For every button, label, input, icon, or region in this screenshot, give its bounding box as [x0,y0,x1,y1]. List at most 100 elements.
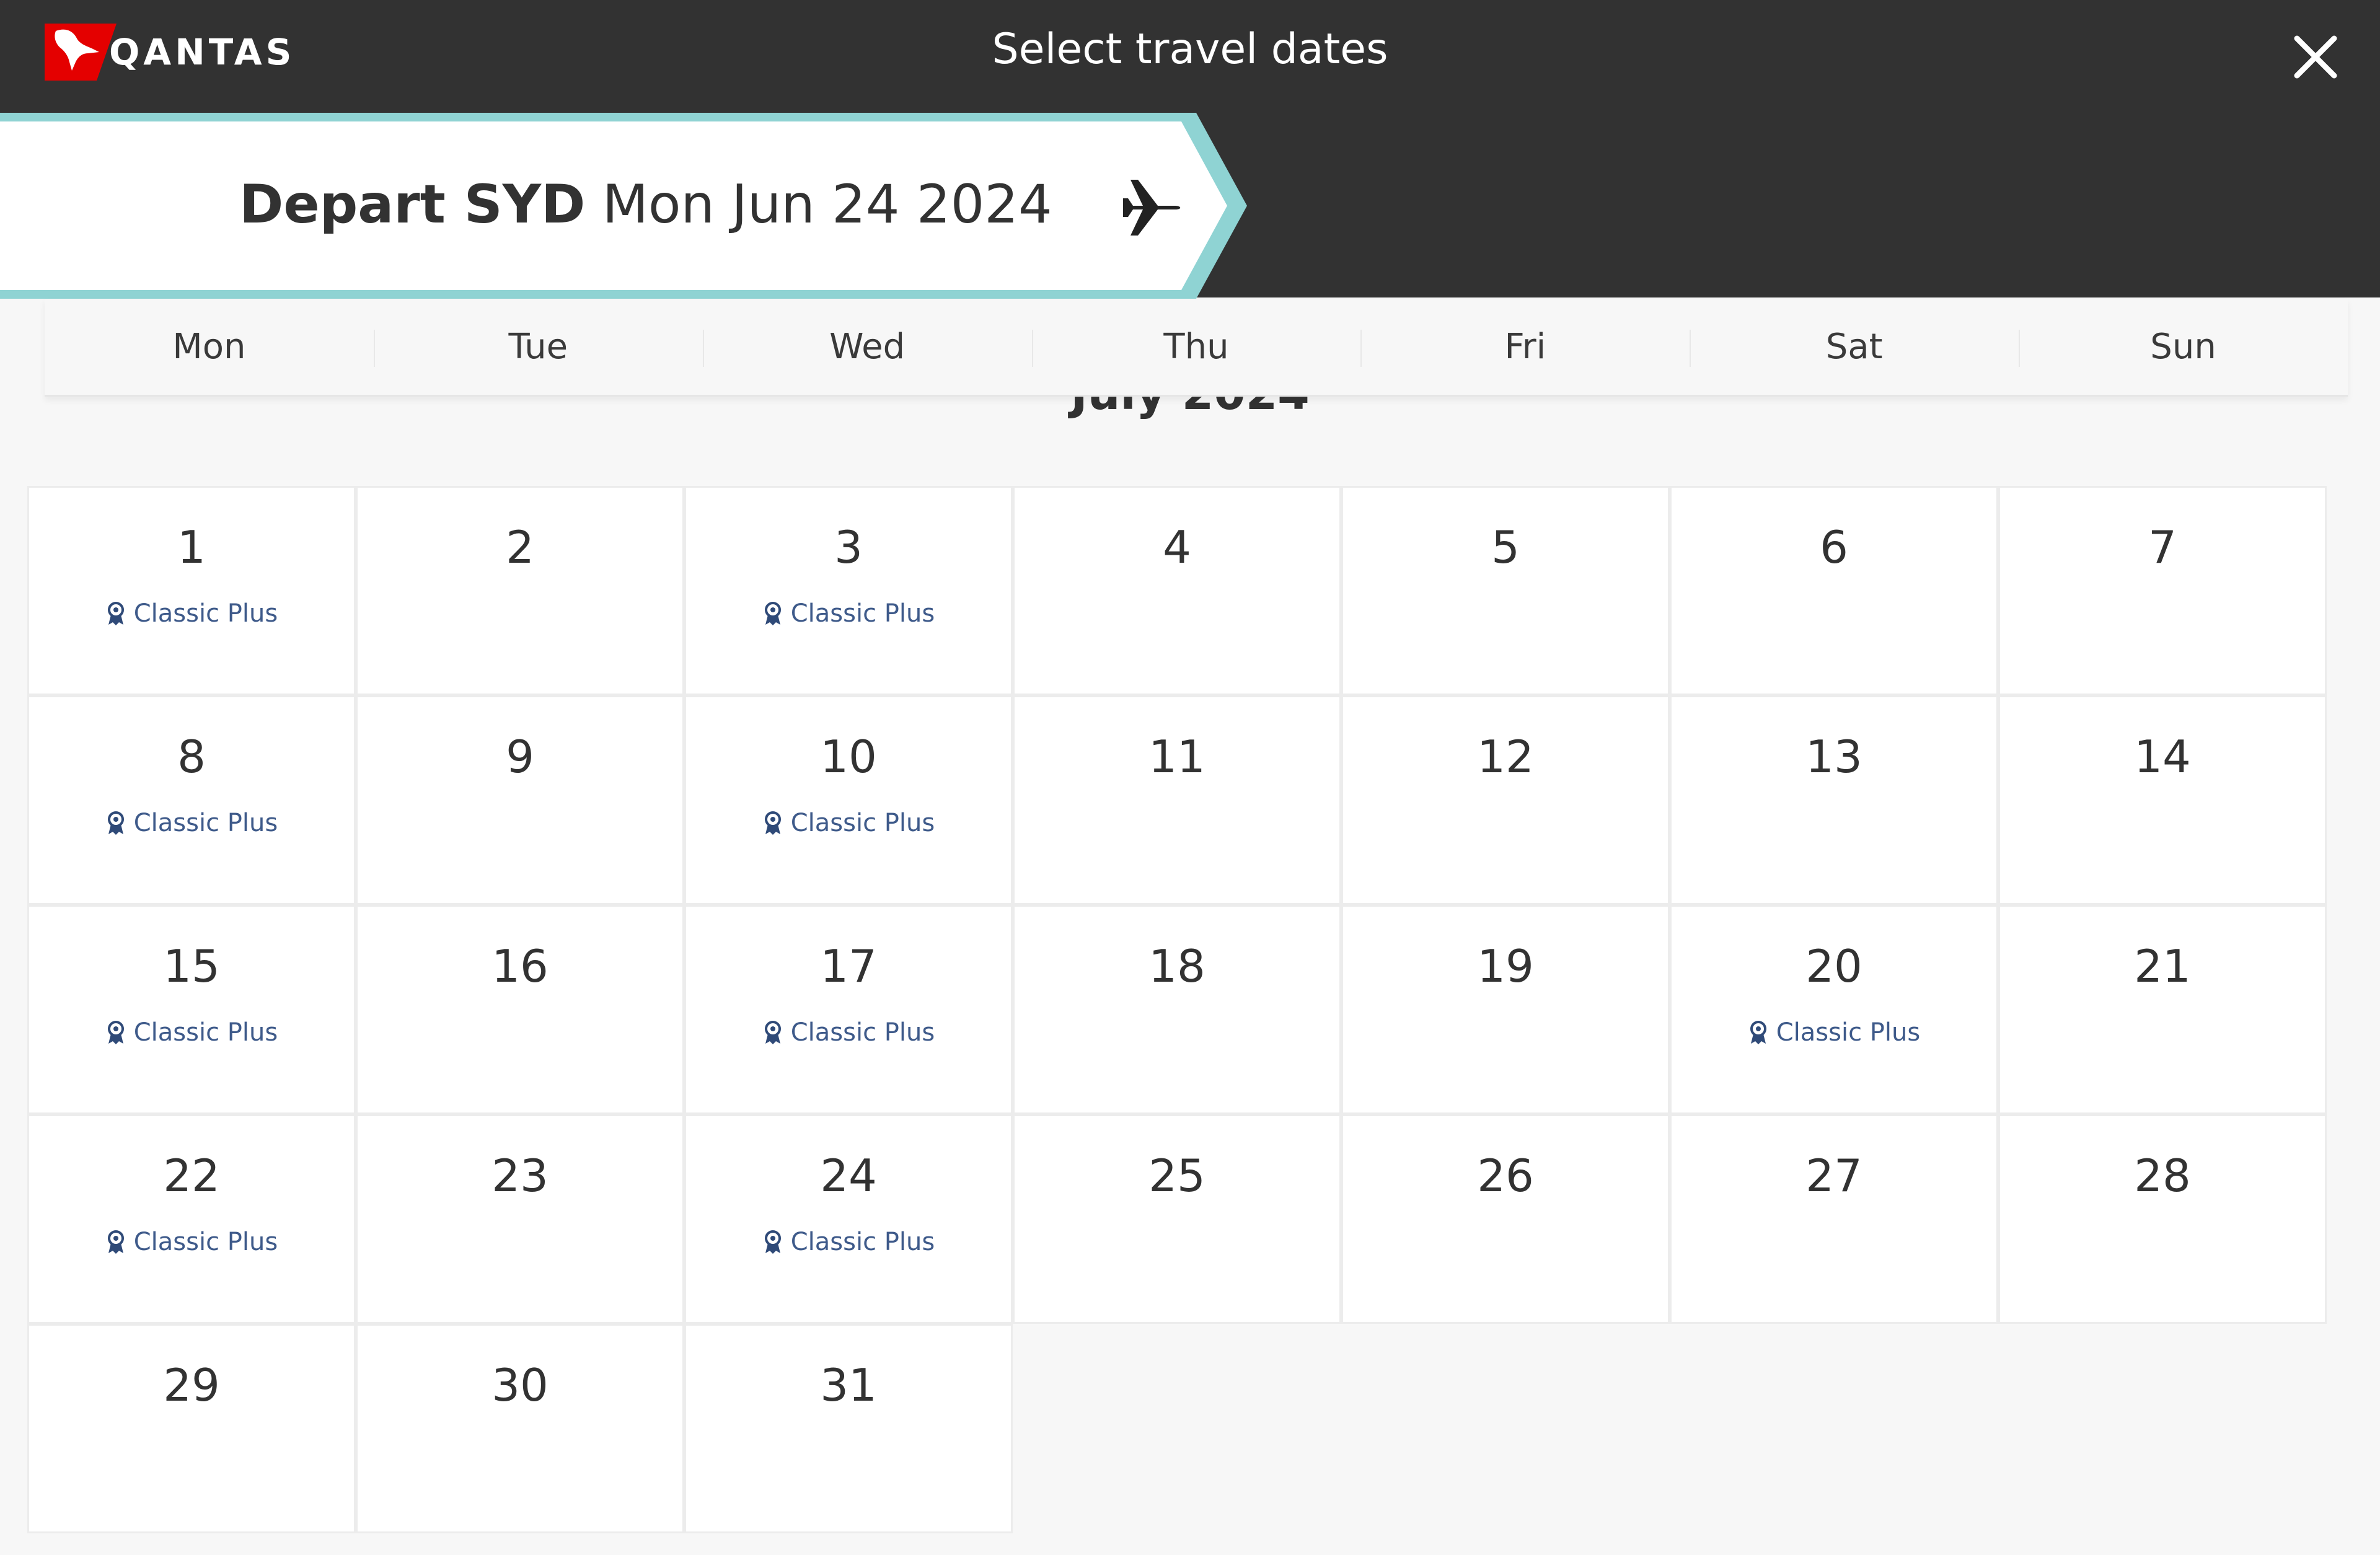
day-number: 13 [1805,731,1862,783]
calendar-day-cell[interactable]: 12 [1341,695,1670,905]
calendar-day-cell[interactable]: 4 [1013,486,1341,695]
award-icon [107,602,124,625]
day-number: 12 [1477,731,1534,783]
calendar-day-cell[interactable]: 3 Classic Plus [684,486,1013,695]
calendar-day-cell[interactable]: 29 [27,1324,356,1533]
award-icon [764,602,781,625]
classic-plus-badge: Classic Plus [29,1018,354,1047]
badge-label: Classic Plus [1776,1018,1921,1047]
weekday-sat: Sat [1690,299,2019,395]
day-number: 22 [163,1150,220,1202]
day-number: 4 [1163,521,1191,573]
calendar-day-cell[interactable]: 26 [1341,1114,1670,1324]
calendar-day-cell[interactable]: 16 [356,905,684,1114]
badge-label: Classic Plus [133,809,278,837]
day-number: 17 [820,940,877,992]
calendar-day-cell[interactable]: 17 Classic Plus [684,905,1013,1114]
calendar-day-cell[interactable]: 5 [1341,486,1670,695]
award-icon [764,1230,781,1254]
calendar-day-cell[interactable]: 11 [1013,695,1341,905]
depart-date: Mon Jun 24 2024 [602,174,1052,236]
badge-label: Classic Plus [133,1228,278,1256]
classic-plus-badge: Classic Plus [686,599,1011,628]
badge-label: Classic Plus [790,809,935,837]
award-icon [764,811,781,835]
calendar-day-cell[interactable]: 13 [1670,695,1998,905]
calendar-day-cell[interactable]: 18 [1013,905,1341,1114]
day-number: 16 [491,940,549,992]
calendar-day-cell[interactable]: 15 Classic Plus [27,905,356,1114]
weekday-fri: Fri [1360,299,1690,395]
calendar-day-cell[interactable]: 22 Classic Plus [27,1114,356,1324]
badge-label: Classic Plus [133,599,278,628]
calendar-day-cell[interactable]: 9 [356,695,684,905]
day-number: 9 [506,731,534,783]
weekday-thu: Thu [1031,299,1361,395]
calendar-day-cell[interactable]: 2 [356,486,684,695]
day-number: 10 [820,731,877,783]
award-icon [107,811,124,835]
calendar-day-cell[interactable]: 20 Classic Plus [1670,905,1998,1114]
day-number: 5 [1491,521,1520,573]
day-number: 1 [177,521,206,573]
day-number: 2 [506,521,534,573]
award-icon [1750,1021,1766,1044]
depart-origin: Depart SYD [239,174,586,236]
page-title: Select travel dates [992,25,1388,74]
depart-label: Depart SYD Mon Jun 24 2024 [239,174,1052,236]
calendar-day-cell[interactable]: 7 [1998,486,2327,695]
day-number: 7 [2148,521,2177,573]
calendar-day-cell[interactable]: 28 [1998,1114,2327,1324]
day-number: 3 [834,521,863,573]
award-icon [107,1230,124,1254]
calendar-day-cell[interactable]: 6 [1670,486,1998,695]
calendar-day-cell[interactable]: 25 [1013,1114,1341,1324]
badge-label: Classic Plus [790,1018,935,1047]
calendar-day-cell[interactable]: 23 [356,1114,684,1324]
weekday-mon: Mon [172,327,246,367]
badge-label: Classic Plus [133,1018,278,1047]
award-icon [107,1021,124,1044]
day-number: 25 [1148,1150,1205,1202]
day-number: 27 [1805,1150,1862,1202]
day-number: 28 [2134,1150,2191,1202]
day-number: 26 [1477,1150,1534,1202]
day-number: 30 [491,1359,549,1411]
classic-plus-badge: Classic Plus [29,1228,354,1256]
depart-date-tab[interactable]: Depart SYD Mon Jun 24 2024 [0,113,1252,299]
day-number: 29 [163,1359,220,1411]
day-number: 19 [1477,940,1534,992]
classic-plus-badge: Classic Plus [686,809,1011,837]
calendar-day-cell[interactable]: 10 Classic Plus [684,695,1013,905]
calendar-day-cell[interactable]: 8 Classic Plus [27,695,356,905]
classic-plus-badge: Classic Plus [686,1018,1011,1047]
day-number: 18 [1148,940,1205,992]
day-number: 11 [1148,731,1205,783]
day-number: 21 [2134,940,2191,992]
day-number: 20 [1805,940,1862,992]
weekday-header: Mon Tue Wed Thu Fri Sat Sun [45,299,2348,397]
calendar-day-cell[interactable]: 31 [684,1324,1013,1533]
classic-plus-badge: Classic Plus [29,599,354,628]
day-number: 24 [820,1150,877,1202]
calendar-day-cell[interactable]: 27 [1670,1114,1998,1324]
calendar-day-cell[interactable]: 21 [1998,905,2327,1114]
calendar-day-cell[interactable]: 14 [1998,695,2327,905]
badge-label: Classic Plus [790,599,935,628]
day-number: 8 [177,731,206,783]
close-button[interactable] [2287,29,2344,86]
day-number: 23 [491,1150,549,1202]
calendar-day-cell[interactable]: 24 Classic Plus [684,1114,1013,1324]
classic-plus-badge: Classic Plus [1672,1018,1996,1047]
day-number: 31 [820,1359,877,1411]
calendar-day-cell[interactable]: 19 [1341,905,1670,1114]
badge-label: Classic Plus [790,1228,935,1256]
plane-icon [1123,180,1181,236]
calendar-day-cell[interactable]: 30 [356,1324,684,1533]
weekday-tue: Tue [373,299,703,395]
classic-plus-badge: Classic Plus [686,1228,1011,1256]
award-icon [764,1021,781,1044]
calendar-day-cell[interactable]: 1 Classic Plus [27,486,356,695]
weekday-wed: Wed [702,299,1032,395]
day-number: 14 [2134,731,2191,783]
